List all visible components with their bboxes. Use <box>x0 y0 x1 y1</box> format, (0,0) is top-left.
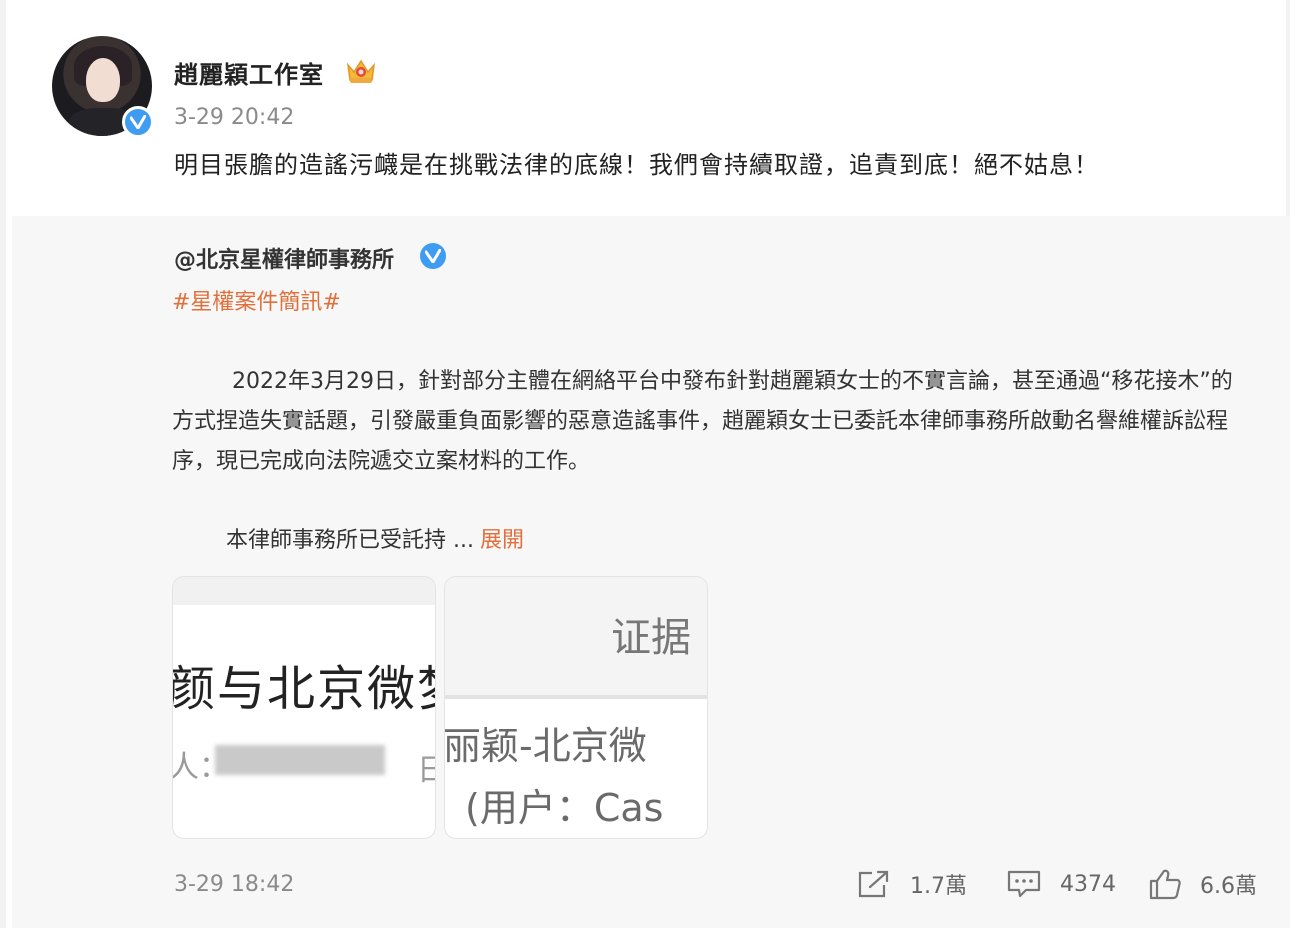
like-count: 6.6萬 <box>1200 874 1257 899</box>
share-button[interactable]: 1.7萬 <box>856 868 967 900</box>
verified-icon <box>420 243 446 269</box>
thumb-text: 证据 <box>611 615 691 661</box>
like-button[interactable]: 6.6萬 <box>1148 868 1257 900</box>
blurred-region <box>215 745 385 775</box>
repost-card: @北京星權律師事務所 #星權案件簡訊# 2022年3月29日，針對部分主體在網絡… <box>12 216 1290 928</box>
post-card: 趙麗穎工作室 3-29 20:42 明目張膽的造謠污衊是在挑戰法律的底線！我們會… <box>6 0 1290 928</box>
thumb-band <box>173 577 435 605</box>
comment-icon <box>1007 870 1041 898</box>
comment-count: 4374 <box>1060 871 1116 897</box>
like-icon <box>1149 869 1181 900</box>
author-name[interactable]: 趙麗穎工作室 <box>174 55 324 90</box>
share-icon <box>858 870 889 898</box>
repost-truncated: 本律師事務所已受託持 ... 展開 <box>226 522 524 554</box>
verified-icon <box>122 106 154 138</box>
image-thumbnail-1[interactable]: 颜与北京微梦 人： 日 <box>172 576 436 839</box>
comment-button[interactable]: 4374 <box>1006 868 1116 900</box>
expand-link[interactable]: 展開 <box>480 528 524 553</box>
crown-icon[interactable] <box>345 56 377 86</box>
image-thumbnail-2[interactable]: 证据 丽颖-北京微 (用户：Cas <box>444 576 708 839</box>
truncated-text: 本律師事務所已受託持 ... <box>226 528 474 553</box>
repost-author[interactable]: @北京星權律師事務所 <box>174 242 394 274</box>
thumb-text: 丽颖-北京微 <box>444 724 647 768</box>
thumb-divider <box>445 695 707 699</box>
thumb-text: (用户：Cas <box>465 786 664 830</box>
share-count: 1.7萬 <box>910 874 967 899</box>
thumb-text: 颜与北京微梦 <box>172 661 435 717</box>
hashtag-link[interactable]: #星權案件簡訊# <box>172 284 341 316</box>
post-text: 明目張膽的造謠污衊是在挑戰法律的底線！我們會持續取證，追責到底！絕不姑息！ <box>174 151 1099 179</box>
repost-paragraph: 2022年3月29日，針對部分主體在網絡平台中發布針對趙麗穎女士的不實言論，甚至… <box>172 369 1233 474</box>
thumb-text: 日 <box>417 745 435 789</box>
avatar-face <box>86 58 120 102</box>
post-timestamp[interactable]: 3-29 20:42 <box>174 105 294 130</box>
repost-timestamp[interactable]: 3-29 18:42 <box>174 872 294 897</box>
